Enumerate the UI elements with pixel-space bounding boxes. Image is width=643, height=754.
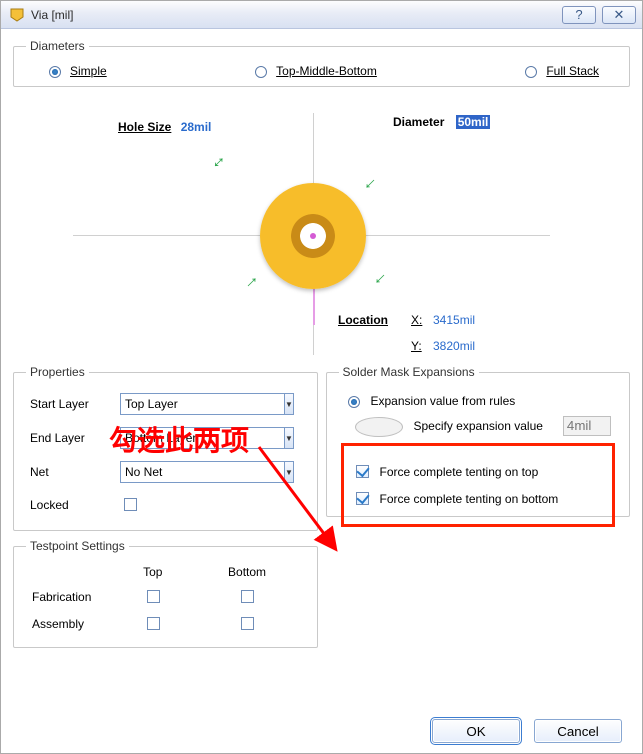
diameter-label: Diameter 50mil <box>393 115 490 129</box>
chevron-down-icon[interactable]: ▼ <box>285 427 294 449</box>
diameters-legend: Diameters <box>26 39 89 53</box>
solder-mask-group: Solder Mask Expansions Expansion value f… <box>326 365 631 517</box>
radio-specify-expansion[interactable]: Specify expansion value <box>343 414 614 437</box>
testpoint-legend: Testpoint Settings <box>26 539 129 553</box>
end-layer-label: End Layer <box>26 421 116 455</box>
location-x-label: X: <box>411 313 422 327</box>
dimension-arrow-icon: → <box>368 267 396 295</box>
via-diagram: Hole Size 28mil Diameter 50mil ↔ → → → L… <box>13 95 630 365</box>
fabrication-top-checkbox[interactable] <box>147 590 160 603</box>
help-button[interactable]: ? <box>562 6 596 24</box>
radio-simple[interactable]: Simple <box>44 63 107 78</box>
diameters-group: Diameters Simple Top-Middle-Bottom Full … <box>13 39 630 87</box>
net-combo[interactable]: ▼ <box>120 461 250 483</box>
title-bar[interactable]: Via [mil] ? ✕ <box>1 1 642 29</box>
close-button[interactable]: ✕ <box>602 6 636 24</box>
tenting-top-option[interactable]: Force complete tenting on top <box>352 462 605 481</box>
net-label: Net <box>26 455 116 489</box>
diameter-value[interactable]: 50mil <box>456 115 491 129</box>
app-icon <box>9 7 25 23</box>
cancel-button[interactable]: Cancel <box>534 719 622 743</box>
fabrication-label: Fabrication <box>26 583 116 610</box>
radio-top-middle-bottom[interactable]: Top-Middle-Bottom <box>250 63 377 78</box>
dimension-arrow-icon: ↔ <box>203 147 231 175</box>
client-area: Diameters Simple Top-Middle-Bottom Full … <box>1 29 642 753</box>
annotation-callout: 勾选此两项 <box>109 419 249 459</box>
window-title: Via [mil] <box>31 8 556 22</box>
properties-legend: Properties <box>26 365 89 379</box>
start-layer-label: Start Layer <box>26 387 116 421</box>
via-ring-icon <box>260 183 366 289</box>
expansion-value-input[interactable] <box>563 416 611 436</box>
location-label: Location <box>338 313 388 327</box>
tenting-bottom-option[interactable]: Force complete tenting on bottom <box>352 489 605 508</box>
button-bar: OK Cancel <box>432 719 622 743</box>
locked-checkbox[interactable] <box>124 498 137 511</box>
radio-full-stack[interactable]: Full Stack <box>520 63 599 78</box>
start-layer-combo[interactable]: ▼ <box>120 393 250 415</box>
dimension-arrow-icon: → <box>358 172 386 200</box>
chevron-down-icon[interactable]: ▼ <box>285 393 294 415</box>
assembly-bottom-checkbox[interactable] <box>241 617 254 630</box>
assembly-label: Assembly <box>26 610 116 637</box>
assembly-top-checkbox[interactable] <box>147 617 160 630</box>
location-x-value[interactable]: 3415mil <box>433 313 475 327</box>
dialog-window: Via [mil] ? ✕ Diameters Simple Top-Middl… <box>0 0 643 754</box>
annotation-arrow-icon <box>259 447 359 567</box>
fabrication-bottom-checkbox[interactable] <box>241 590 254 603</box>
location-y-label: Y: <box>411 339 422 353</box>
hole-size-label: Hole Size 28mil <box>118 120 211 134</box>
solder-mask-legend: Solder Mask Expansions <box>339 365 479 379</box>
ok-button[interactable]: OK <box>432 719 520 743</box>
locked-label: Locked <box>26 489 116 520</box>
hole-size-value[interactable]: 28mil <box>181 120 212 134</box>
tp-top-header: Top <box>116 561 190 583</box>
highlight-box: Force complete tenting on top Force comp… <box>341 443 616 527</box>
location-y-value[interactable]: 3820mil <box>433 339 475 353</box>
radio-expansion-from-rules[interactable]: Expansion value from rules <box>343 393 614 408</box>
dimension-arrow-icon: → <box>236 267 264 295</box>
